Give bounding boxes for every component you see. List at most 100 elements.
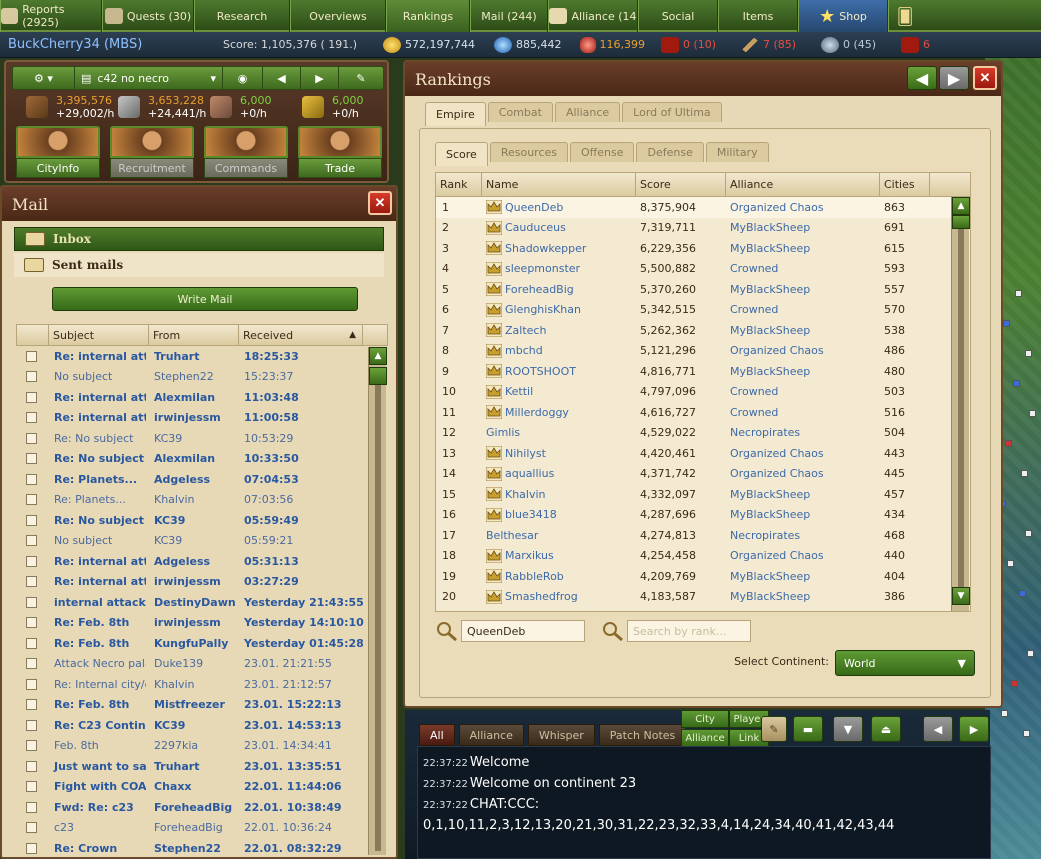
scroll-thumb[interactable] [369, 367, 387, 385]
mail-row[interactable]: Re: Feb. 8th Mistfreezer 23.01. 15:22:13 [16, 695, 388, 716]
scroll-up-button[interactable]: ▲ [369, 347, 387, 365]
mail-row[interactable]: Re: C23 ContinentKC39 23.01. 14:53:13 [16, 715, 388, 736]
mail-checkbox[interactable] [16, 473, 46, 485]
chat-notes-button[interactable]: ✎ [761, 716, 787, 742]
mail-checkbox[interactable] [16, 555, 46, 567]
map-city-marker[interactable] [1003, 320, 1010, 327]
rankings-row[interactable]: 13 Nihilyst 4,420,461 Organized Chaos 443 [436, 443, 970, 464]
checkbox-box[interactable] [25, 699, 37, 711]
rankings-close-button[interactable]: ✕ [973, 66, 997, 90]
checkbox-box[interactable] [25, 596, 37, 608]
rankings-row[interactable]: 7 Zaltech 5,262,362 MyBlackSheep 538 [436, 320, 970, 341]
alliance-cell[interactable]: Necropirates [726, 426, 880, 439]
rankings-subtab-4[interactable]: Military [705, 142, 769, 162]
map-city-marker[interactable] [1001, 710, 1008, 717]
mail-checkbox[interactable] [16, 801, 46, 813]
mail-row[interactable]: Re: Feb. 8th KungfuPally Yesterday 01:45:2… [16, 633, 388, 654]
mail-subject[interactable]: Re: internal attacks [46, 350, 146, 363]
mail-row[interactable]: Fwd: Re: c23 ForeheadBig 22.01. 10:38:49 [16, 797, 388, 818]
mail-checkbox[interactable] [16, 781, 46, 793]
checkbox-box[interactable] [25, 781, 37, 793]
rankings-row[interactable]: 4 sleepmonster 5,500,882 Crowned 593 [436, 259, 970, 280]
menu-tab-reports[interactable]: Reports (2925) [0, 0, 102, 32]
column-alliance[interactable]: Alliance [726, 173, 880, 196]
mail-checkbox[interactable] [16, 535, 46, 547]
mail-row[interactable]: Re: Planets... Khalvin 07:03:56 [16, 490, 388, 511]
search-rank-input[interactable]: Search by rank... [627, 620, 751, 642]
military-stat-4[interactable]: 6 [901, 36, 930, 53]
alliance-cell[interactable]: Necropirates [726, 529, 880, 542]
mail-row[interactable]: Re: internal attacksirwinjessm 03:27:29 [16, 572, 388, 593]
chat-next-button[interactable]: ▶ [959, 716, 989, 742]
mail-from[interactable]: Adgeless [146, 555, 236, 568]
checkbox-box[interactable] [25, 760, 37, 772]
chat-tab-3[interactable]: Patch Notes [598, 724, 687, 746]
map-city-marker[interactable] [1021, 470, 1028, 477]
map-city-marker[interactable] [1005, 440, 1012, 447]
mail-row[interactable]: Feb. 8th 2297kia 23.01. 14:34:41 [16, 736, 388, 757]
mail-checkbox[interactable] [16, 412, 46, 424]
map-city-marker[interactable] [1011, 680, 1018, 687]
mail-subject[interactable]: Re: Feb. 8th [46, 616, 146, 629]
folder-inbox[interactable]: Inbox [14, 227, 384, 251]
scroll-down-button[interactable]: ▼ [952, 587, 970, 605]
view-city-button[interactable]: ◉ [223, 67, 263, 89]
mail-row[interactable]: Fight with COA Chaxx 22.01. 11:44:06 [16, 777, 388, 798]
mail-subject[interactable]: Re: No subject [46, 432, 146, 445]
alliance-cell[interactable]: MyBlackSheep [726, 570, 880, 583]
rankings-tab-1[interactable]: Combat [487, 102, 553, 122]
mail-row[interactable]: No subject KC39 05:59:21 [16, 531, 388, 552]
player-name-cell[interactable]: ROOTSHOOT [482, 363, 636, 379]
map-city-marker[interactable] [1015, 290, 1022, 297]
mail-from[interactable]: irwinjessm [146, 411, 236, 424]
military-stat-1[interactable]: 0 (10) [661, 36, 725, 53]
mail-subject[interactable]: internal attacks, do [46, 596, 146, 609]
checkbox-box[interactable] [25, 350, 37, 362]
mail-from[interactable]: ForeheadBig [146, 821, 236, 834]
scroll-track[interactable] [958, 229, 964, 587]
mail-from[interactable]: Khalvin [146, 678, 236, 691]
chat-tab-0[interactable]: All [419, 724, 455, 746]
mail-checkbox[interactable] [16, 637, 46, 649]
player-name-cell[interactable]: Kettil [482, 384, 636, 400]
alliance-cell[interactable]: Organized Chaos [726, 201, 880, 214]
chat-tab-1[interactable]: Alliance [458, 724, 524, 746]
column-subject[interactable]: Subject [49, 325, 149, 345]
checkbox-box[interactable] [25, 740, 37, 752]
alliance-cell[interactable]: Organized Chaos [726, 549, 880, 562]
alliance-cell[interactable]: Crowned [726, 262, 880, 275]
player-name[interactable]: BuckCherry34 (MBS) [8, 37, 223, 52]
mail-subject[interactable]: Re: internal attacks [46, 411, 146, 424]
mail-row[interactable]: Attack Necro palaceDuke139 23.01. 21:21:5… [16, 654, 388, 675]
menu-tab-rankings[interactable]: Rankings [386, 0, 470, 32]
rankings-prev-button[interactable]: ◀ [907, 66, 937, 90]
rankings-row[interactable]: 12 Gimlis 4,529,022 Necropirates 504 [436, 423, 970, 444]
mail-from[interactable]: Duke139 [146, 657, 236, 670]
rankings-subtab-1[interactable]: Resources [489, 142, 568, 162]
mail-checkbox[interactable] [16, 699, 46, 711]
player-name-cell[interactable]: ForeheadBig [482, 281, 636, 297]
mail-subject[interactable]: Re: internal attacks [46, 555, 146, 568]
column-score[interactable]: Score [636, 173, 726, 196]
rankings-row[interactable]: 14 aquallius 4,371,742 Organized Chaos 445 [436, 464, 970, 485]
rankings-subtab-2[interactable]: Offense [570, 142, 635, 162]
mail-row[interactable]: Re: No subject Alexmilan 10:33:50 [16, 449, 388, 470]
alliance-cell[interactable]: Crowned [726, 406, 880, 419]
rankings-row[interactable]: 6 GlenghisKhan 5,342,515 Crowned 570 [436, 300, 970, 321]
mail-from[interactable]: irwinjessm [146, 575, 236, 588]
rankings-row[interactable]: 2 Cauduceus 7,319,711 MyBlackSheep 691 [436, 218, 970, 239]
chat-minimize-button[interactable]: ▬ [793, 716, 823, 742]
map-city-marker[interactable] [1023, 730, 1030, 737]
mail-from[interactable]: Alexmilan [146, 452, 236, 465]
player-name-cell[interactable]: Shadowkepper [482, 240, 636, 256]
map-city-marker[interactable] [1025, 530, 1032, 537]
menu-tab-alliance[interactable]: Alliance (14 [548, 0, 638, 32]
write-mail-button[interactable]: Write Mail [52, 287, 358, 311]
mail-row[interactable]: Re: Internal city/castleKhalvin 23.01. 21… [16, 674, 388, 695]
mail-subject[interactable]: No subject [46, 370, 146, 383]
checkbox-box[interactable] [25, 658, 37, 670]
checkbox-box[interactable] [25, 842, 37, 854]
mail-checkbox[interactable] [16, 391, 46, 403]
city-notes-button[interactable]: ✎ [339, 67, 383, 89]
column-from[interactable]: From [149, 325, 239, 345]
